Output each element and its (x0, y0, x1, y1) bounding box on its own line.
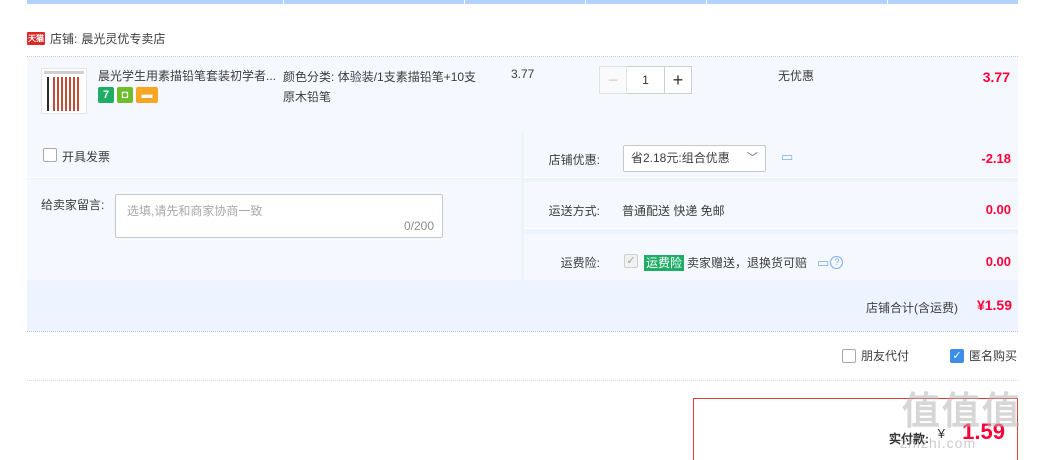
friend-pay-option[interactable]: 朋友代付 (842, 347, 909, 364)
anonymous-checkbox[interactable]: ✓ (950, 348, 964, 363)
thumbnail-pencil (77, 77, 79, 111)
order-options-right: 店铺优惠: 省2.18元:组合优惠 ﹀ ▭ -2.18 运送方式: 普通配送 快… (524, 131, 1018, 281)
item-subtotal: 3.77 (982, 69, 1010, 85)
column-separator (585, 0, 586, 4)
invoice-row: 开具发票 (27, 131, 521, 178)
store-prefix-label: 店铺: (50, 31, 78, 46)
tmall-badge-icon: 天猫 (27, 31, 45, 45)
column-separator (283, 0, 284, 4)
quantity-stepper: − 1 + (599, 66, 692, 94)
store-promo-row: 店铺优惠: 省2.18元:组合优惠 ﹀ ▭ -2.18 (524, 131, 1018, 178)
insurance-badge: 运费险 (644, 254, 685, 271)
insurance-content: 运费险 卖家赠送，退换货可赔 ▭ ? (644, 254, 844, 271)
column-separator (464, 0, 465, 4)
message-icon[interactable]: ▭ (817, 255, 829, 271)
seven-day-return-icon[interactable]: 7 (98, 87, 114, 103)
thumbnail-pencil (73, 77, 75, 111)
store-promo-select[interactable]: 省2.18元:组合优惠 ﹀ (623, 145, 766, 172)
credit-card-icon[interactable]: ▬ (136, 87, 158, 103)
divider (27, 380, 1018, 381)
quantity-input[interactable]: 1 (627, 66, 664, 94)
memo-label: 给卖家留言: (41, 198, 105, 212)
thumbnail-pencil (47, 77, 49, 111)
insurance-text: 卖家赠送，退换货可赔 (687, 256, 808, 270)
column-separator (706, 0, 707, 4)
friend-pay-label[interactable]: 朋友代付 (861, 347, 909, 364)
store-promo-label: 店铺优惠: (548, 153, 600, 167)
message-icon[interactable]: ▭ (781, 149, 793, 165)
thumbnail-pencil (53, 77, 55, 111)
anonymous-label[interactable]: 匿名购买 (969, 347, 1017, 364)
insurance-amount: 0.00 (985, 254, 1011, 269)
insurance-label: 运费险: (560, 256, 600, 270)
product-sku: 颜色分类: 体验装/1支素描铅笔+10支原木铅笔 (283, 67, 483, 107)
order-options: 开具发票 给卖家留言: 选填,请先和商家协商一致 0/200 店铺优惠: 省2.… (27, 131, 1018, 331)
unit-price: 3.77 (511, 67, 535, 81)
sku-label: 颜色分类: (283, 70, 335, 84)
watermark-text: 值值值 (902, 391, 1023, 433)
memo-char-count: 0/200 (403, 219, 434, 233)
shipping-amount: 0.00 (985, 202, 1011, 217)
divider (27, 331, 1018, 332)
store-total-row: 店铺合计(含运费) ¥1.59 (27, 280, 1018, 331)
seller-memo-row: 给卖家留言: 选填,请先和商家协商一致 0/200 (27, 179, 521, 280)
store-header: 天猫 店铺: 晨光灵优专卖店 (27, 29, 165, 47)
order-options-left: 开具发票 给卖家留言: 选填,请先和商家协商一致 0/200 (27, 131, 521, 280)
decrease-quantity-button[interactable]: − (599, 66, 627, 94)
cart-item-row: 晨光学生用素描铅笔套装初学者... 7 ◘ ▬ 颜色分类: 体验装/1支素描铅笔… (27, 57, 1018, 131)
thumbnail-pencil (65, 77, 67, 111)
item-discount: 无优惠 (778, 69, 815, 83)
memo-placeholder: 选填,请先和商家协商一致 (127, 204, 263, 218)
chevron-down-icon: ﹀ (747, 152, 758, 164)
increase-quantity-button[interactable]: + (664, 66, 692, 94)
watermark-url: zhizhi.com (900, 435, 977, 451)
seller-memo-input[interactable]: 选填,请先和商家协商一致 0/200 (115, 194, 443, 238)
insurance-checkbox: ✓ (624, 254, 638, 268)
store-total-value: ¥1.59 (976, 297, 1012, 313)
product-title-link[interactable]: 晨光学生用素描铅笔套装初学者... (98, 67, 280, 84)
shipping-row: 运送方式: 普通配送 快递 免邮 0.00 (524, 182, 1018, 229)
invoice-label[interactable]: 开具发票 (62, 148, 110, 165)
header-divider-bar (27, 0, 1018, 4)
column-separator (887, 0, 888, 4)
thumbnail-pencil (57, 77, 59, 111)
store-promo-amount: -2.18 (981, 151, 1011, 166)
service-icons: 7 ◘ ▬ (98, 87, 158, 103)
thumbnail-label-strip (44, 71, 84, 74)
help-icon[interactable]: ? (830, 256, 844, 269)
shipping-value: 普通配送 快递 免邮 (622, 204, 725, 218)
shopping-bag-icon[interactable]: ◘ (117, 87, 133, 103)
store-promo-value: 省2.18元:组合优惠 (631, 151, 730, 165)
thumbnail-pencil (61, 77, 63, 111)
store-total-label: 店铺合计(含运费) (866, 301, 958, 315)
product-thumbnail[interactable] (41, 68, 87, 114)
invoice-checkbox[interactable] (43, 148, 57, 162)
shipping-label: 运送方式: (548, 204, 600, 218)
store-name-link[interactable]: 晨光灵优专卖店 (81, 30, 165, 47)
insurance-row: 运费险: ✓ 运费险 卖家赠送，退换货可赔 ▭ ? 0.00 (524, 234, 1018, 281)
thumbnail-pencil (69, 77, 71, 111)
friend-pay-checkbox[interactable] (842, 348, 856, 363)
anonymous-option[interactable]: ✓ 匿名购买 (950, 347, 1017, 364)
watermark-logo: 值值值 zhizhi.com (895, 380, 1045, 460)
